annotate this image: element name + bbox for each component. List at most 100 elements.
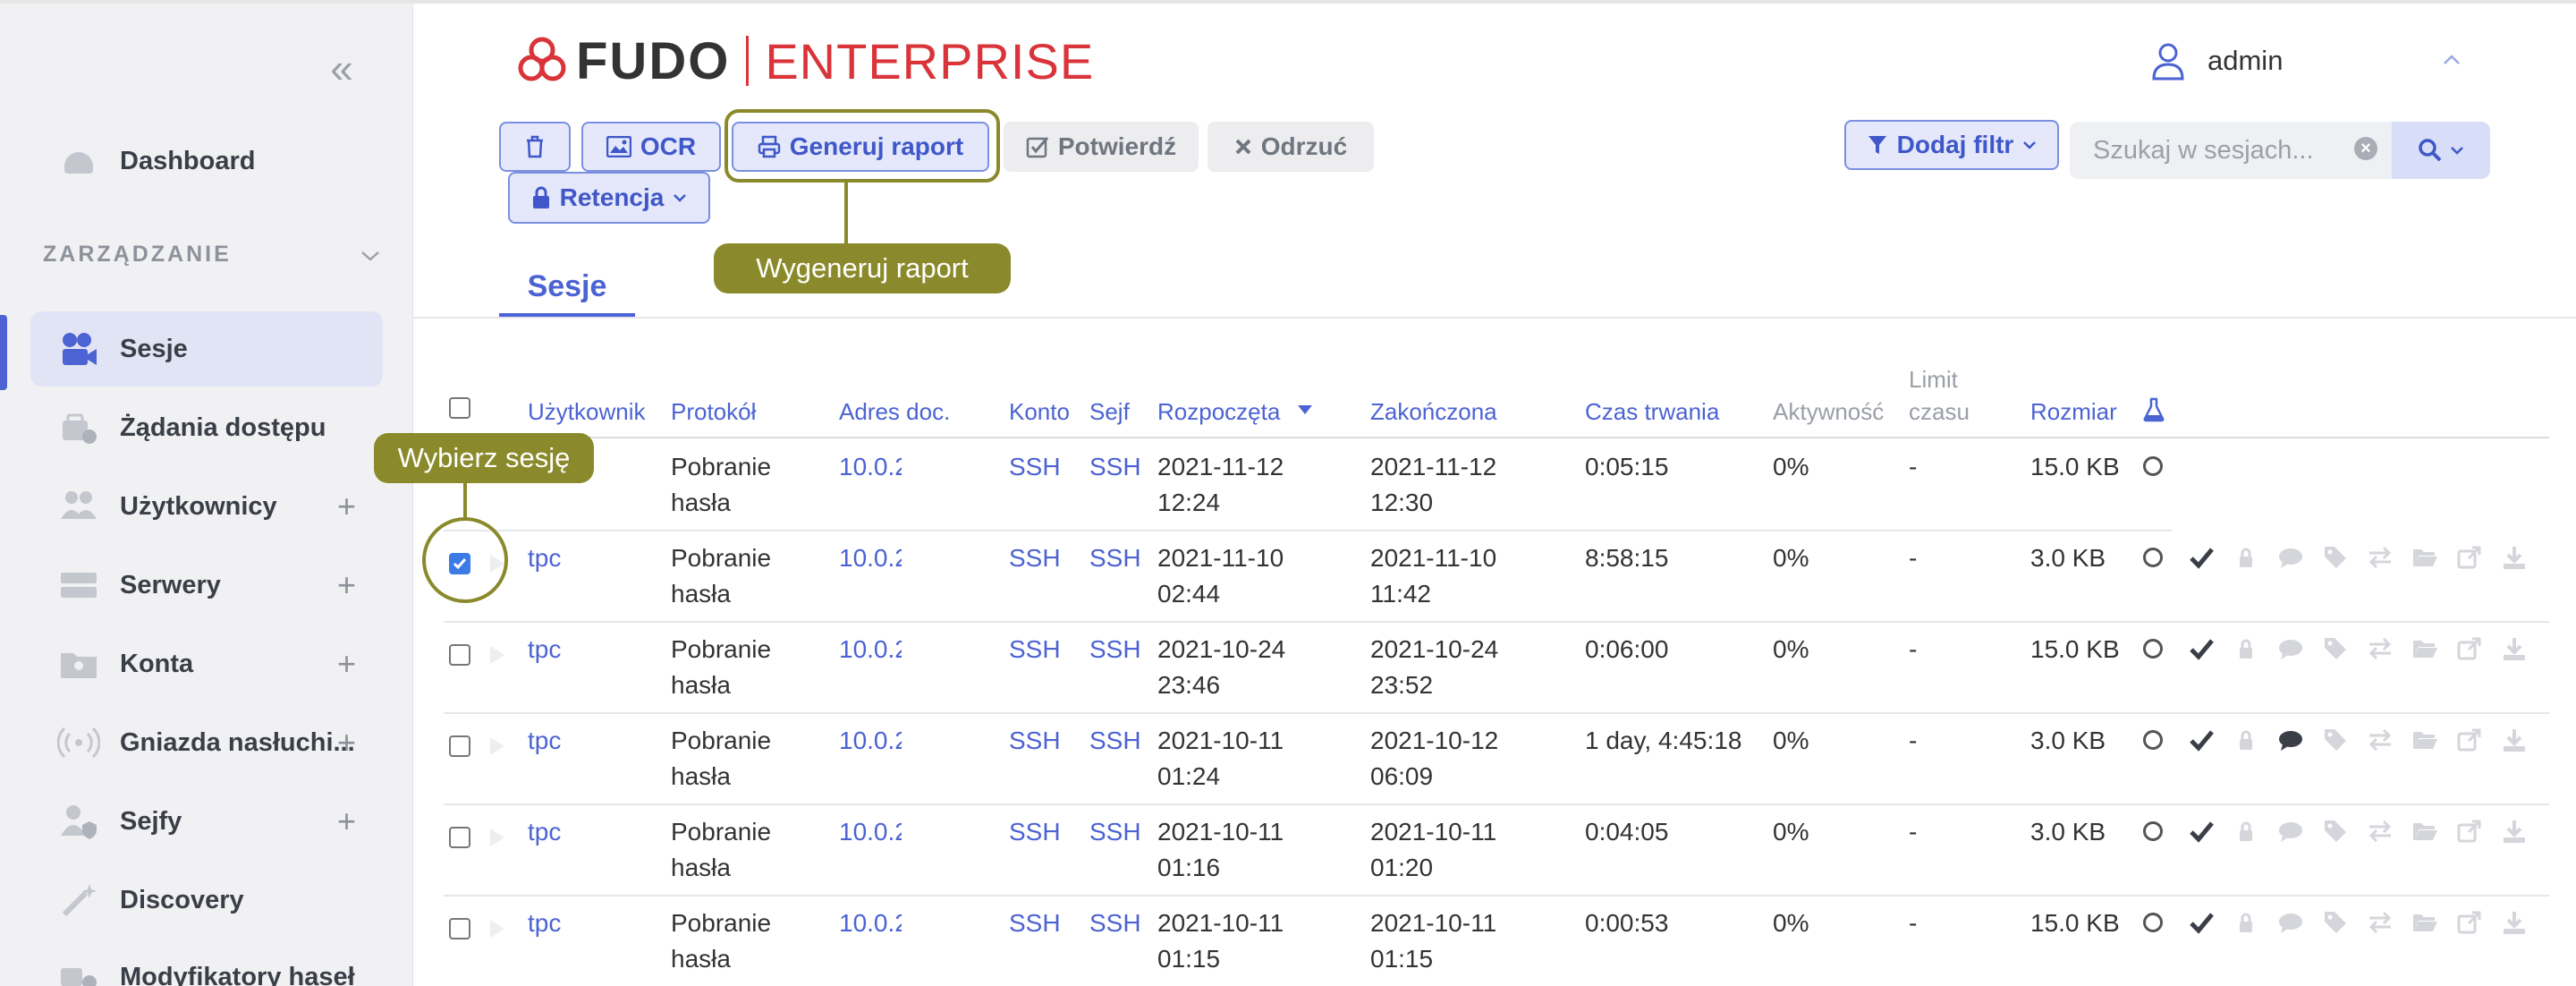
ocr-button[interactable]: OCR [581, 122, 721, 172]
safe-link[interactable]: SSH [1089, 905, 1141, 941]
account-link[interactable]: SSH [1009, 905, 1061, 941]
add-safe-button[interactable]: + [337, 803, 356, 839]
column-account[interactable]: Konto [1009, 395, 1070, 428]
play-icon[interactable] [490, 829, 504, 846]
sort-desc-icon[interactable] [1297, 404, 1313, 415]
chevron-down-icon[interactable] [360, 245, 381, 267]
row-checkbox[interactable] [449, 918, 470, 939]
sidebar-item-discovery[interactable]: Discovery [30, 863, 383, 938]
column-duration[interactable]: Czas trwania [1585, 395, 1719, 428]
share-icon[interactable] [2456, 635, 2483, 662]
sidebar-item-servers[interactable]: Serwery + [30, 548, 383, 623]
download-icon[interactable] [2501, 727, 2528, 753]
share-icon[interactable] [2456, 909, 2483, 936]
chevron-up-icon[interactable] [2440, 48, 2463, 72]
user-link[interactable]: tpc [528, 632, 561, 667]
row-checkbox[interactable] [449, 827, 470, 848]
tag-icon[interactable] [2322, 909, 2349, 936]
share-icon[interactable] [2456, 544, 2483, 571]
tab-sessions[interactable]: Sesje [499, 259, 635, 317]
confirm-button[interactable]: Potwierdź [1004, 122, 1199, 172]
account-link[interactable]: SSH [1009, 632, 1061, 667]
exchange-icon[interactable] [2367, 727, 2394, 753]
collapse-sidebar-icon[interactable]: « [324, 47, 360, 89]
lock-icon[interactable] [2233, 544, 2259, 571]
clear-search-icon[interactable]: × [2354, 137, 2377, 160]
account-link[interactable]: SSH [1009, 723, 1061, 759]
play-icon[interactable] [490, 737, 504, 755]
play-icon[interactable] [490, 920, 504, 938]
download-icon[interactable] [2501, 635, 2528, 662]
folder-open-icon[interactable] [2411, 909, 2438, 936]
address-link[interactable]: 10.0.2 [839, 449, 902, 485]
sidebar-item-users[interactable]: Użytkownicy + [30, 469, 383, 544]
user-link[interactable]: tpc [528, 814, 561, 850]
exchange-icon[interactable] [2367, 818, 2394, 845]
download-icon[interactable] [2501, 818, 2528, 845]
add-user-button[interactable]: + [337, 489, 356, 524]
lock-icon[interactable] [2233, 818, 2259, 845]
generate-report-button[interactable]: Generuj raport [732, 122, 989, 172]
download-icon[interactable] [2501, 909, 2528, 936]
folder-open-icon[interactable] [2411, 818, 2438, 845]
tag-icon[interactable] [2322, 727, 2349, 753]
select-all-checkbox[interactable] [449, 397, 470, 419]
share-icon[interactable] [2456, 727, 2483, 753]
check-icon[interactable] [2188, 818, 2215, 845]
retention-button[interactable]: Retencja [508, 172, 710, 224]
add-listener-button[interactable]: + [337, 725, 356, 761]
safe-link[interactable]: SSH [1089, 540, 1141, 576]
folder-open-icon[interactable] [2411, 544, 2438, 571]
reject-button[interactable]: Odrzuć [1208, 122, 1374, 172]
search-input[interactable] [2093, 135, 2343, 166]
sidebar-item-safes[interactable]: Sejfy + [30, 784, 383, 859]
comment-icon[interactable] [2277, 727, 2304, 753]
user-link[interactable]: tpc [528, 723, 561, 759]
lock-icon[interactable] [2233, 727, 2259, 753]
flask-icon[interactable] [2143, 397, 2165, 422]
tag-icon[interactable] [2322, 635, 2349, 662]
exchange-icon[interactable] [2367, 544, 2394, 571]
play-icon[interactable] [490, 646, 504, 664]
sidebar-item-accounts[interactable]: Konta + [30, 626, 383, 701]
comment-icon[interactable] [2277, 818, 2304, 845]
comment-icon[interactable] [2277, 544, 2304, 571]
sidebar-item-password-modifiers[interactable]: Modyfikatory haseł [30, 939, 383, 986]
tag-icon[interactable] [2322, 544, 2349, 571]
safe-link[interactable]: SSH [1089, 814, 1141, 850]
column-safe[interactable]: Sejf [1089, 395, 1130, 428]
row-checkbox[interactable] [449, 644, 470, 666]
download-icon[interactable] [2501, 544, 2528, 571]
address-link[interactable]: 10.0.2 [839, 814, 902, 850]
column-ended[interactable]: Zakończona [1370, 395, 1497, 428]
column-size[interactable]: Rozmiar [2030, 395, 2117, 428]
exchange-icon[interactable] [2367, 635, 2394, 662]
column-user[interactable]: Użytkownik [528, 395, 645, 428]
check-icon[interactable] [2188, 909, 2215, 936]
check-icon[interactable] [2188, 544, 2215, 571]
tag-icon[interactable] [2322, 818, 2349, 845]
comment-icon[interactable] [2277, 635, 2304, 662]
account-link[interactable]: SSH [1009, 540, 1061, 576]
lock-icon[interactable] [2233, 909, 2259, 936]
address-link[interactable]: 10.0.2 [839, 540, 902, 576]
column-started[interactable]: Rozpoczęta [1157, 395, 1280, 428]
comment-icon[interactable] [2277, 909, 2304, 936]
sidebar-item-dashboard[interactable]: Dashboard [30, 123, 383, 199]
column-protocol[interactable]: Protokół [671, 395, 756, 428]
check-icon[interactable] [2188, 635, 2215, 662]
address-link[interactable]: 10.0.2 [839, 723, 902, 759]
column-address[interactable]: Adres doc. [839, 395, 950, 428]
folder-open-icon[interactable] [2411, 635, 2438, 662]
safe-link[interactable]: SSH [1089, 723, 1141, 759]
sidebar-item-listeners[interactable]: Gniazda nasłuchi... + [30, 705, 383, 780]
user-link[interactable]: tpc [528, 905, 561, 941]
safe-link[interactable]: SSH [1089, 449, 1141, 485]
account-link[interactable]: SSH [1009, 449, 1061, 485]
search-button[interactable] [2392, 122, 2490, 179]
exchange-icon[interactable] [2367, 909, 2394, 936]
address-link[interactable]: 10.0.2 [839, 632, 902, 667]
account-link[interactable]: SSH [1009, 814, 1061, 850]
safe-link[interactable]: SSH [1089, 632, 1141, 667]
folder-open-icon[interactable] [2411, 727, 2438, 753]
